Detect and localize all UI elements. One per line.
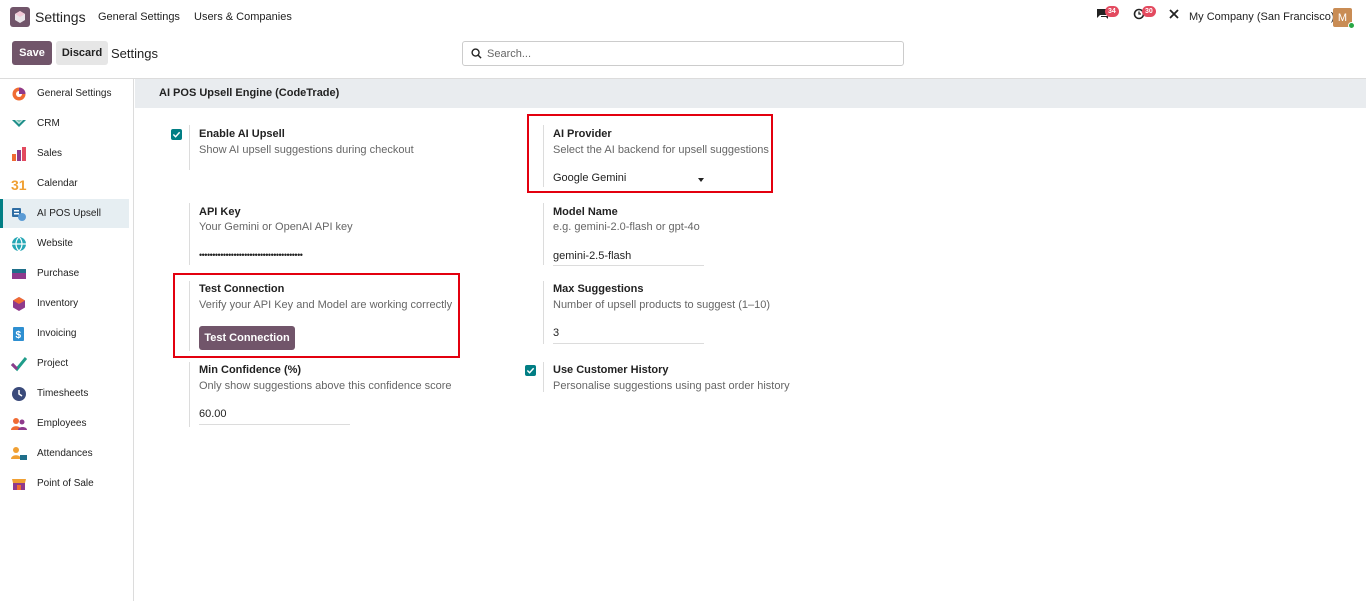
enable-ai-upsell-help: Show AI upsell suggestions during checko… [199,144,414,156]
enable-ai-upsell-label: Enable AI Upsell [199,128,285,140]
setting-divider [543,362,544,392]
sidebar-item-point-of-sale[interactable]: Point of Sale [0,469,129,498]
max-suggestions-label: Max Suggestions [553,283,644,295]
model-name-help: e.g. gemini-2.0-flash or gpt-4o [553,221,700,233]
messages-badge: 34 [1105,6,1119,17]
sidebar-label: Inventory [37,298,79,309]
use-customer-history-label: Use Customer History [553,364,669,376]
sidebar-item-sales[interactable]: Sales [0,139,129,168]
sidebar-item-purchase[interactable]: Purchase [0,259,129,288]
sidebar-label: Employees [37,418,87,429]
sidebar-item-timesheets[interactable]: Timesheets [0,379,129,408]
activities-button[interactable]: 30 [1133,6,1156,20]
setting-divider [189,203,190,265]
settings-app-icon[interactable] [10,7,30,27]
menu-users-companies[interactable]: Users & Companies [194,11,292,23]
sidebar-item-website[interactable]: Website [0,229,129,258]
sidebar-label: CRM [37,118,60,129]
sidebar-item-ai-pos-upsell[interactable]: AI POS Upsell [0,199,129,228]
highlight-box-test-connection [173,273,460,358]
sidebar-label: Website [37,238,73,249]
sidebar-label: General Settings [37,88,112,99]
min-confidence-help: Only show suggestions above this confide… [199,380,452,392]
min-confidence-underline [199,424,350,425]
api-key-label: API Key [199,206,241,218]
setting-divider [189,362,190,427]
search-box[interactable] [462,41,904,66]
checkmark-icon [526,367,535,374]
enable-ai-upsell-checkbox[interactable] [171,129,182,140]
sidebar-item-calendar[interactable]: 31 Calendar [0,169,129,198]
ai-pos-upsell-icon [12,207,26,221]
app-title[interactable]: Settings [35,9,86,25]
search-input[interactable] [487,47,887,60]
debug-tools-button[interactable] [1168,8,1180,20]
sidebar-label: Timesheets [37,388,89,399]
sidebar-item-general-settings[interactable]: General Settings [0,79,129,108]
purchase-icon [12,268,26,279]
sales-icon [12,146,26,161]
sidebar-item-crm[interactable]: CRM [0,109,129,138]
inventory-icon [13,296,25,311]
checkmark-icon [172,131,181,138]
sidebar-label: Invoicing [37,328,77,339]
general-settings-icon [12,87,26,100]
min-confidence-label: Min Confidence (%) [199,364,302,376]
crm-icon [12,119,26,127]
user-avatar[interactable]: M [1333,8,1355,29]
api-key-input[interactable]: ••••••••••••••••••••••••••••••••••••••• [199,250,303,260]
settings-sidebar: General Settings CRM Sales 31 Calendar A… [0,79,134,601]
company-switcher[interactable]: My Company (San Francisco) [1189,11,1335,23]
min-confidence-input[interactable]: 60.00 [199,408,227,420]
sidebar-item-project[interactable]: Project [0,349,129,378]
highlight-box-ai-provider [527,114,773,193]
calendar-icon: 31 [11,177,27,192]
sidebar-item-inventory[interactable]: Inventory [0,289,129,318]
website-icon [12,236,26,252]
invoicing-icon: $ [13,326,24,341]
settings-app-icon-glyph [15,11,25,23]
section-title: AI POS Upsell Engine (CodeTrade) [159,87,340,99]
project-icon [11,356,27,371]
avatar-initial: M [1337,11,1348,24]
calendar-day: 31 [11,177,27,192]
svg-text:$: $ [16,330,22,341]
sidebar-label: Purchase [37,268,80,279]
use-customer-history-help: Personalise suggestions using past order… [553,380,790,392]
breadcrumb: Settings [111,46,158,61]
use-customer-history-checkbox[interactable] [525,365,536,376]
max-suggestions-underline [553,343,704,344]
search-icon [471,48,482,59]
setting-divider [543,281,544,344]
setting-divider [543,203,544,265]
model-name-label: Model Name [553,206,618,218]
model-name-input[interactable]: gemini-2.5-flash [553,250,631,262]
activities-badge: 30 [1142,6,1156,17]
sidebar-item-invoicing[interactable]: $ Invoicing [0,319,129,348]
sidebar-label: Project [37,358,69,369]
menu-general-settings[interactable]: General Settings [98,11,180,23]
messages-button[interactable]: 34 [1096,6,1119,20]
timesheets-icon [12,386,26,401]
sidebar-item-attendances[interactable]: Attendances [0,439,129,468]
top-navbar: Settings General Settings Users & Compan… [0,0,1366,34]
max-suggestions-help: Number of upsell products to suggest (1–… [553,299,771,311]
attendances-icon [11,446,27,460]
api-key-help: Your Gemini or OpenAI API key [199,221,353,233]
model-name-underline [553,265,704,266]
sidebar-label: Calendar [37,178,78,189]
save-button[interactable]: Save [12,41,52,65]
setting-divider [189,125,190,170]
max-suggestions-input[interactable]: 3 [553,327,559,339]
sidebar-label: Point of Sale [37,478,94,489]
sidebar-label: Sales [37,148,63,159]
sidebar-item-employees[interactable]: Employees [0,409,129,438]
point-of-sale-icon [12,478,26,490]
sidebar-label: AI POS Upsell [37,208,101,219]
online-status-dot [1348,22,1355,29]
sidebar-label: Attendances [37,448,93,459]
discard-button[interactable]: Discard [56,41,108,65]
employees-icon [11,417,27,430]
tools-icon [1169,9,1179,19]
